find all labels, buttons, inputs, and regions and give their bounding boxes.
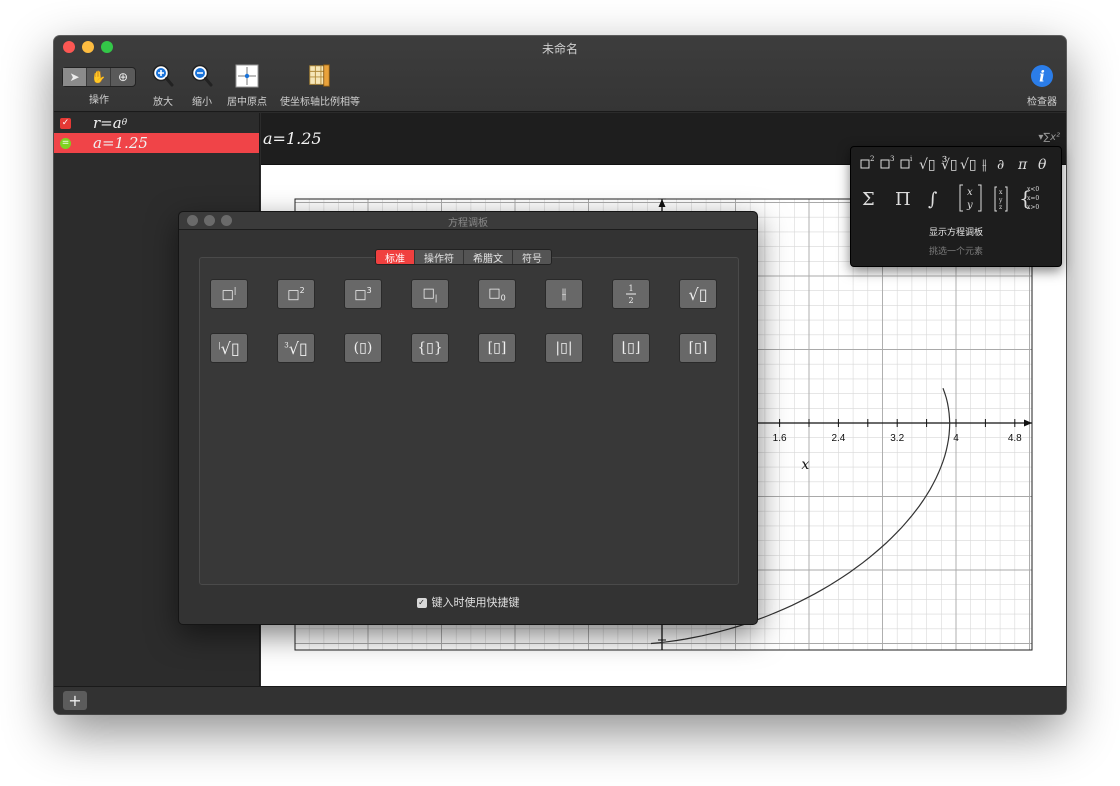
- shortcut-option[interactable]: ✓ 键入时使用快捷键: [179, 594, 757, 610]
- x-axis-arrow: [1024, 419, 1032, 427]
- tab-symbols[interactable]: 符号: [513, 250, 551, 264]
- svg-text:z: z: [999, 204, 1002, 211]
- hand-icon[interactable]: ✋: [87, 68, 111, 86]
- inspector-label: 检查器: [1027, 97, 1057, 108]
- popover-title: 显示方程调板: [928, 228, 983, 238]
- svg-text:y: y: [966, 200, 973, 211]
- absolute-value-button[interactable]: |▯|: [545, 333, 583, 363]
- center-origin-button[interactable]: 居中原点: [224, 63, 270, 108]
- shortcut-checkbox[interactable]: ✓: [416, 598, 427, 608]
- inspector-button[interactable]: i 检查器: [1022, 63, 1062, 108]
- operate-segmented-control: ➤ ✋ ⊕: [62, 67, 136, 87]
- cube-root-button[interactable]: 3√▯: [277, 333, 315, 363]
- zoom-in-label: 放大: [153, 97, 173, 108]
- equation-text: r=a: [93, 114, 122, 132]
- equation-palette-window: 方程调板 □| □2 □3 □| □0 ⫲ 12 √▯ |√▯ 3√▯ (▯) …: [178, 211, 758, 625]
- equation-superscript: θ: [121, 118, 128, 128]
- center-origin-label: 居中原点: [227, 97, 267, 108]
- svg-text:θ: θ: [1038, 157, 1047, 173]
- svg-text:Π: Π: [895, 189, 911, 210]
- operate-tool: ➤ ✋ ⊕ 操作: [62, 67, 136, 106]
- window-title: 未命名: [541, 42, 578, 56]
- braces-button[interactable]: {▯}: [411, 333, 449, 363]
- nth-root-button[interactable]: |√▯: [210, 333, 248, 363]
- subscript-zero-button[interactable]: □0: [478, 279, 516, 309]
- palette-titlebar[interactable]: 方程调板: [179, 212, 757, 230]
- svg-text:1: 1: [628, 284, 633, 293]
- bottom-bar: +: [54, 686, 1066, 714]
- equal-scale-button[interactable]: 使坐标轴比例相等: [275, 63, 365, 108]
- titlebar: 未命名 ➤ ✋ ⊕ 操作 放大 缩小 居中原点 使坐标轴比例相等 i 检查器: [54, 36, 1066, 112]
- brackets-button[interactable]: [▯]: [478, 333, 516, 363]
- equation-text: a=1.25: [93, 134, 148, 152]
- equation-palette-toggle-icon[interactable]: ▾∑x²: [1038, 132, 1060, 143]
- svg-text:i: i: [910, 155, 913, 163]
- x-axis-label: x: [801, 457, 809, 473]
- one-half-button[interactable]: 12: [612, 279, 650, 309]
- equation-palette-popover[interactable]: 23i √▯ ∛▯ √▯ ⫲ ∂ πθ Σ Π ∫ xy xyz x<0 x=0 x>0 { …: [850, 146, 1062, 267]
- svg-text:3: 3: [890, 155, 894, 163]
- equation-row[interactable]: ✓ r=a θ: [54, 113, 259, 133]
- operate-label: 操作: [89, 95, 109, 106]
- tab-operators[interactable]: 操作符: [415, 250, 464, 264]
- popover-subtitle: 挑选一个元素: [928, 247, 983, 257]
- checkbox-icon[interactable]: ✓: [60, 117, 71, 129]
- svg-text:Σ: Σ: [862, 189, 875, 210]
- pointer-icon[interactable]: ➤: [63, 68, 87, 86]
- equals-icon: =: [60, 137, 71, 149]
- palette-panel: □| □2 □3 □| □0 ⫲ 12 √▯ |√▯ 3√▯ (▯) {▯} […: [199, 257, 739, 585]
- zoom-out-icon: [189, 63, 215, 89]
- y-axis-arrow: [658, 199, 666, 207]
- x-tick-label: 1.6: [773, 433, 787, 444]
- center-origin-icon: [234, 63, 260, 89]
- shortcut-label: 键入时使用快捷键: [431, 596, 520, 609]
- zoom-in-icon: [150, 63, 176, 89]
- ceiling-button[interactable]: ⌈▯⌉: [679, 333, 717, 363]
- tab-standard[interactable]: 标准: [376, 250, 415, 264]
- palette-title: 方程调板: [448, 218, 488, 229]
- tab-greek[interactable]: 希腊文: [464, 250, 513, 264]
- x-tick-label: 4: [953, 433, 959, 444]
- svg-text:∛▯: ∛▯: [941, 156, 958, 173]
- palette-preview-icon: 23i √▯ ∛▯ √▯ ⫲ ∂ πθ Σ Π ∫ xy xyz x<0x=0x>0 {: [860, 155, 1047, 212]
- svg-text:∫: ∫: [928, 189, 938, 210]
- svg-text:2: 2: [628, 296, 633, 305]
- zoom-out-label: 缩小: [192, 97, 212, 108]
- svg-text:x: x: [967, 187, 973, 198]
- editor-text: a=1.25: [263, 129, 322, 148]
- equal-scale-label: 使坐标轴比例相等: [280, 97, 360, 108]
- svg-text:√▯: √▯: [919, 157, 936, 173]
- svg-text:{: {: [1019, 186, 1032, 210]
- svg-text:∂: ∂: [997, 157, 1004, 173]
- x-tick-label: 3.2: [890, 433, 904, 444]
- superscript-button[interactable]: □|: [210, 279, 248, 309]
- x-tick-label: 4.8: [1008, 433, 1022, 444]
- zoom-tool-icon[interactable]: ⊕: [111, 68, 135, 86]
- info-icon: i: [1029, 63, 1055, 89]
- zoom-out-button[interactable]: 缩小: [188, 63, 216, 108]
- equation-row-selected[interactable]: = a=1.25: [54, 133, 259, 153]
- sqrt-button[interactable]: √▯: [679, 279, 717, 309]
- parentheses-button[interactable]: (▯): [344, 333, 382, 363]
- svg-text:i: i: [1039, 68, 1045, 86]
- svg-text:π: π: [1017, 157, 1028, 173]
- x-tick-label: 2.4: [831, 433, 845, 444]
- zoom-in-button[interactable]: 放大: [149, 63, 177, 108]
- floor-button[interactable]: ⌊▯⌋: [612, 333, 650, 363]
- palette-tabs: 标准 操作符 希腊文 符号: [375, 249, 552, 265]
- svg-text:2: 2: [870, 155, 874, 163]
- square-button[interactable]: □2: [277, 279, 315, 309]
- subscript-button[interactable]: □|: [411, 279, 449, 309]
- svg-text:√▯: √▯: [960, 157, 977, 173]
- cube-button[interactable]: □3: [344, 279, 382, 309]
- fraction-button[interactable]: ⫲: [545, 279, 583, 309]
- ruler-grid-icon: [307, 63, 333, 89]
- add-equation-button[interactable]: +: [63, 691, 87, 710]
- svg-text:⫲: ⫲: [982, 157, 987, 173]
- svg-text:y: y: [998, 197, 1003, 204]
- svg-text:x: x: [999, 189, 1003, 196]
